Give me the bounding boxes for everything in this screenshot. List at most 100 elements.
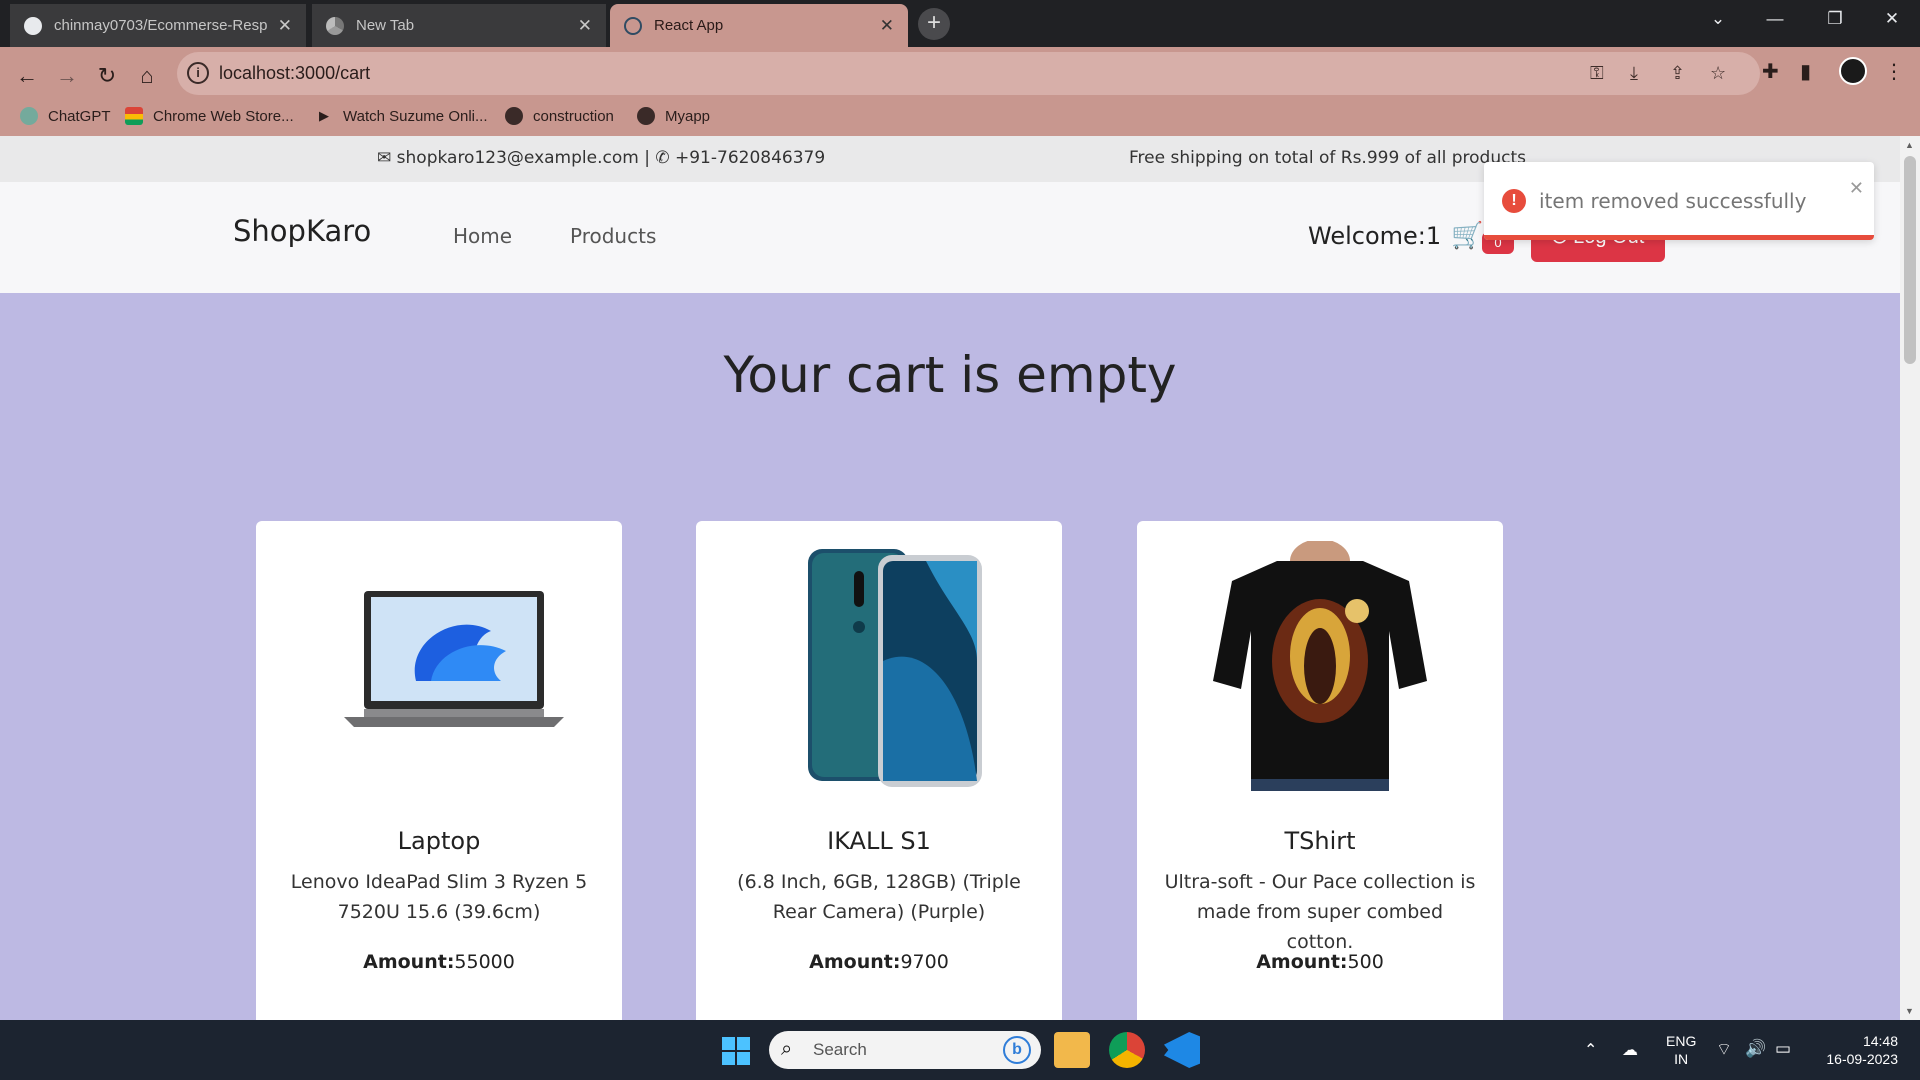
browser-tab-bar: chinmay0703/Ecommerse-Resp ✕ New Tab ✕ R… xyxy=(0,0,1920,47)
shipping-info: Free shipping on total of Rs.999 of all … xyxy=(1129,148,1526,168)
brand-logo[interactable]: ShopKaro xyxy=(233,214,371,248)
new-tab-button[interactable]: + xyxy=(918,8,950,40)
contact-phone: +91-7620846379 xyxy=(675,148,826,168)
bookmark-label: ChatGPT xyxy=(48,107,111,125)
chatgpt-icon xyxy=(20,107,38,125)
vscode-icon[interactable] xyxy=(1164,1032,1200,1068)
clock-time: 14:48 xyxy=(1862,1033,1898,1049)
minimize-button[interactable]: — xyxy=(1745,0,1805,40)
product-title: IKALL S1 xyxy=(827,827,931,855)
star-icon[interactable]: ☆ xyxy=(1710,63,1726,84)
close-icon[interactable]: ✕ xyxy=(1849,178,1864,199)
side-panel-icon[interactable]: ▮ xyxy=(1800,59,1811,84)
welcome-text: Welcome:1 xyxy=(1308,222,1442,250)
amount-label: Amount: xyxy=(363,951,455,973)
clock-date: 16-09-2023 xyxy=(1826,1051,1898,1067)
language-indicator[interactable]: ENG IN xyxy=(1666,1032,1696,1068)
home-button[interactable]: ⌂ xyxy=(130,59,164,93)
battery-icon[interactable]: ▭ xyxy=(1775,1039,1791,1059)
cart-icon[interactable]: 🛒 xyxy=(1451,220,1483,251)
tab-title: chinmay0703/Ecommerse-Resp xyxy=(54,17,268,34)
amount-label: Amount: xyxy=(809,951,901,973)
volume-icon[interactable]: 🔊 xyxy=(1745,1039,1766,1059)
tab-search-chevron-icon[interactable]: ⌄ xyxy=(1688,0,1748,40)
menu-icon[interactable]: ⋮ xyxy=(1884,59,1904,84)
toast-progress-bar xyxy=(1484,235,1874,240)
product-card-laptop: Laptop Lenovo IdeaPad Slim 3 Ryzen 5 752… xyxy=(256,521,622,1020)
product-card-phone: IKALL S1 (6.8 Inch, 6GB, 128GB) (Triple … xyxy=(696,521,1062,1020)
clock[interactable]: 14:48 16-09-2023 xyxy=(1818,1032,1898,1068)
url-text[interactable]: localhost:3000/cart xyxy=(219,63,370,84)
close-icon[interactable]: ✕ xyxy=(880,16,894,36)
bookmark-construction[interactable]: construction xyxy=(505,107,614,125)
file-explorer-icon[interactable] xyxy=(1054,1032,1090,1068)
wifi-icon[interactable]: ⌔ xyxy=(1716,1039,1732,1060)
chrome-icon[interactable] xyxy=(1109,1032,1145,1068)
close-icon[interactable]: ✕ xyxy=(278,16,292,36)
scrollbar-thumb[interactable] xyxy=(1904,156,1916,364)
toast-message: item removed successfully xyxy=(1539,189,1807,213)
key-icon[interactable]: ⚿ xyxy=(1590,63,1604,84)
amount-label: Amount: xyxy=(1256,951,1348,973)
product-amount: Amount:500 xyxy=(1137,951,1503,973)
install-icon[interactable]: ⤓ xyxy=(1630,63,1638,84)
region-label: IN xyxy=(1674,1051,1689,1067)
globe-icon xyxy=(637,107,655,125)
browser-toolbar: ← → ↻ ⌂ i localhost:3000/cart ⚿ ⤓ ⇪ ☆ ✚ … xyxy=(0,47,1920,139)
amount-value: 500 xyxy=(1347,951,1384,973)
bookmark-label: construction xyxy=(533,107,614,125)
bookmark-webstore[interactable]: Chrome Web Store... xyxy=(125,107,294,125)
tab-github[interactable]: chinmay0703/Ecommerse-Resp ✕ xyxy=(10,4,306,47)
contact-separator: | xyxy=(644,148,650,168)
restore-button[interactable]: ❐ xyxy=(1805,0,1865,40)
amount-value: 9700 xyxy=(900,951,949,973)
tab-new-tab[interactable]: New Tab ✕ xyxy=(312,4,606,47)
contact-email: shopkaro123@example.com xyxy=(396,148,639,168)
reload-button[interactable]: ↻ xyxy=(90,59,124,93)
taskbar-search[interactable]: ⌕ Search b xyxy=(769,1031,1041,1069)
play-icon: ▶ xyxy=(319,108,329,123)
bookmark-label: Chrome Web Store... xyxy=(153,107,294,125)
onedrive-icon[interactable]: ☁ xyxy=(1622,1040,1638,1060)
bookmark-label: Watch Suzume Onli... xyxy=(343,107,488,125)
windows-taskbar: ⌕ Search b ⌃ ☁ ENG IN ⌔ 🔊 ▭ 14:48 16-09-… xyxy=(0,1020,1920,1080)
search-placeholder: Search xyxy=(813,1040,867,1059)
bookmark-suzume[interactable]: ▶ Watch Suzume Onli... xyxy=(315,107,488,125)
profile-avatar[interactable] xyxy=(1839,57,1867,85)
extensions-icon[interactable]: ✚ xyxy=(1762,59,1779,84)
phone-icon: ✆ xyxy=(655,148,670,168)
back-button[interactable]: ← xyxy=(10,59,44,93)
tshirt-image xyxy=(1213,541,1427,791)
product-title: TShirt xyxy=(1284,827,1356,855)
tab-title: New Tab xyxy=(356,17,415,34)
bing-icon[interactable]: b xyxy=(1003,1036,1031,1064)
bookmark-myapp[interactable]: Myapp xyxy=(637,107,710,125)
product-amount: Amount:55000 xyxy=(256,951,622,973)
product-title: Laptop xyxy=(397,827,481,855)
scroll-up-icon[interactable]: ▲ xyxy=(1905,140,1914,150)
address-bar[interactable]: i localhost:3000/cart ⚿ ⤓ ⇪ ☆ xyxy=(177,52,1760,95)
share-icon[interactable]: ⇪ xyxy=(1670,63,1685,84)
product-card-tshirt: TShirt Ultra-soft - Our Pace collection … xyxy=(1137,521,1503,1020)
nav-link-products[interactable]: Products xyxy=(570,224,656,248)
close-icon[interactable]: ✕ xyxy=(578,16,592,36)
contact-info: ✉ shopkaro123@example.com | ✆ +91-762084… xyxy=(377,148,825,168)
product-description: Lenovo IdeaPad Slim 3 Ryzen 5 7520U 15.6… xyxy=(290,871,588,923)
scroll-down-icon[interactable]: ▼ xyxy=(1905,1006,1914,1016)
toast-notification: ! item removed successfully ✕ xyxy=(1484,162,1874,240)
react-icon xyxy=(624,16,642,35)
product-description: Ultra-soft - Our Pace collection is made… xyxy=(1164,871,1476,953)
chevron-up-icon[interactable]: ⌃ xyxy=(1584,1040,1597,1060)
globe-icon xyxy=(505,107,523,125)
windows-start-icon[interactable] xyxy=(722,1037,750,1065)
page-scrollbar[interactable]: ▲ ▼ xyxy=(1900,136,1920,1020)
bookmark-chatgpt[interactable]: ChatGPT xyxy=(20,107,111,125)
forward-button[interactable]: → xyxy=(50,59,84,93)
phone-image xyxy=(808,549,982,787)
nav-link-home[interactable]: Home xyxy=(453,224,512,248)
close-window-button[interactable]: ✕ xyxy=(1862,0,1920,40)
product-amount: Amount:9700 xyxy=(696,951,1062,973)
site-info-icon[interactable]: i xyxy=(187,62,209,84)
page-viewport: ✉ shopkaro123@example.com | ✆ +91-762084… xyxy=(0,136,1900,1020)
tab-react-app[interactable]: React App ✕ xyxy=(610,4,908,47)
